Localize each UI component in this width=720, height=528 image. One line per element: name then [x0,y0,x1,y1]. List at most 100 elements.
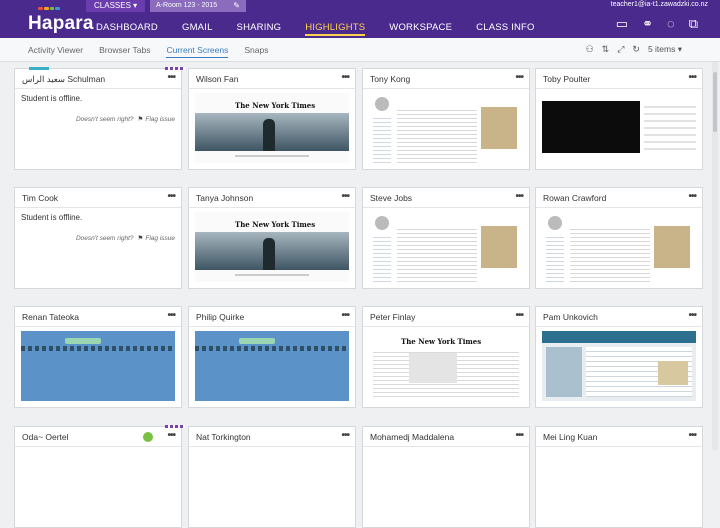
nav-workspace[interactable]: WORKSPACE [389,22,452,36]
card-menu-icon[interactable]: ••• [167,310,175,321]
student-card[interactable]: Oda~ Oertel ••• [14,425,185,528]
card-menu-icon[interactable]: ••• [688,191,696,202]
card-menu-icon[interactable]: ••• [341,72,349,83]
student-name: سعيد الراس Schulman [22,74,106,84]
card-menu-icon[interactable]: ••• [167,430,175,441]
card-menu-icon[interactable]: ••• [515,72,523,83]
card-header: سعيد الراس Schulman ••• [15,69,181,89]
card-header: Tony Kong ••• [363,69,529,89]
student-card[interactable]: Renan Tateoka ••• [14,306,182,408]
classes-dropdown[interactable]: CLASSES ▾ [86,0,146,12]
student-name: Renan Tateoka [22,312,80,322]
nav-dashboard[interactable]: DASHBOARD [96,22,158,36]
flag-issue-link[interactable]: Flag issue [145,235,175,242]
tab-snaps[interactable]: Snaps [244,45,268,58]
student-card[interactable]: Wilson Fan ••• The New York Times [188,68,356,170]
sort-icon[interactable]: ⇅ [602,44,610,55]
card-menu-icon[interactable]: ••• [688,310,696,321]
card-menu-icon[interactable]: ••• [167,191,175,202]
tab-current-screens[interactable]: Current Screens [166,45,229,58]
tab-browser-tabs[interactable]: Browser Tabs [99,45,150,58]
student-card[interactable]: Peter Finlay ••• The New York Times [362,306,530,408]
student-name: Mei Ling Kuan [543,432,598,442]
student-card[interactable]: Mohamedj Maddalena ••• [362,426,530,528]
student-name: Tim Cook [22,193,59,203]
card-menu-icon[interactable]: ••• [688,72,696,83]
offline-message: Student is offline. [21,94,83,103]
expand-icon[interactable]: ⤢ [617,44,624,55]
page-scrollbar[interactable] [712,62,718,450]
card-body: Student is offline. Doesn't seem right? ⚑ F… [15,208,181,288]
card-body [189,327,355,407]
student-card[interactable]: Tim Cook ••• Student is offline. Doesn't se… [14,187,182,289]
student-card[interactable]: Tony Kong ••• [362,68,530,170]
card-menu-icon[interactable]: ••• [167,72,175,83]
screen-thumbnail[interactable]: The New York Times [195,93,349,163]
student-card[interactable]: Steve Jobs ••• [362,187,530,289]
nav-class-info[interactable]: CLASS INFO [476,22,535,36]
card-header: Nat Torkington ••• [189,427,355,447]
chat-icon[interactable]: ◌ [667,16,675,32]
card-menu-icon[interactable]: ••• [688,430,696,441]
screen-thumbnail[interactable]: The New York Times [195,212,349,282]
student-card[interactable]: Nat Torkington ••• [188,426,356,528]
card-menu-icon[interactable]: ••• [341,310,349,321]
card-header: Renan Tateoka ••• [15,307,181,327]
hapara-logo[interactable]: Hapara [28,13,94,35]
flag-icon[interactable]: ⚑ [138,235,144,242]
student-card[interactable]: Pam Unkovich ••• [535,306,703,408]
screen-thumbnail[interactable] [542,212,696,282]
tab-activity-viewer[interactable]: Activity Viewer [28,45,83,58]
wikipedia-logo [548,216,562,230]
offline-hint: Doesn't seem right? ⚑ Flag issue [76,115,175,123]
nav-sharing[interactable]: SHARING [237,22,282,36]
student-card[interactable]: Toby Poulter ••• [535,68,703,170]
offline-hint-text: Doesn't seem right? [75,116,134,123]
student-name: Pam Unkovich [543,312,598,322]
card-body [363,89,529,169]
screen-thumbnail[interactable] [542,93,696,163]
card-menu-icon[interactable]: ••• [341,430,349,441]
card-body [536,447,702,527]
card-body [363,447,529,527]
student-card[interactable]: Mei Ling Kuan ••• [535,426,703,528]
screen-thumbnail[interactable] [21,331,175,401]
refresh-icon[interactable]: ↻ [632,44,640,55]
scrollbar-thumb[interactable] [713,72,717,132]
card-header: Philip Quirke ••• [189,307,355,327]
items-count-dropdown[interactable]: 5 items ▾ [648,44,682,55]
card-header: Mohamedj Maddalena ••• [363,427,529,447]
screen-thumbnail[interactable] [542,331,696,401]
screen-thumbnail[interactable] [369,212,523,282]
flag-issue-link[interactable]: Flag issue [145,116,175,123]
open-tab-icon[interactable]: ⧉ [689,16,698,32]
card-header: Rowan Crawford ••• [536,188,702,208]
card-menu-icon[interactable]: ••• [515,430,523,441]
screen-thumbnail[interactable] [195,331,349,401]
screen-thumbnail[interactable]: The New York Times [369,331,523,401]
student-card[interactable]: Tanya Johnson ••• The New York Times [188,187,356,289]
nav-gmail[interactable]: GMAIL [182,22,213,36]
student-name: Rowan Crawford [543,193,607,203]
link-icon[interactable]: ⚭ [642,16,653,32]
card-body: The New York Times [363,327,529,407]
screen-icon[interactable]: ▭ [616,16,628,32]
student-card[interactable]: Philip Quirke ••• [188,306,356,408]
card-menu-icon[interactable]: ••• [515,310,523,321]
student-card[interactable]: سعيد الراس Schulman ••• Student is offline… [14,67,185,170]
screen-thumbnail[interactable] [369,93,523,163]
card-menu-icon[interactable]: ••• [341,191,349,202]
room-selector[interactable]: A-Room 123 - 2015 ✎ [150,0,246,12]
edit-pencil-icon[interactable]: ✎ [233,0,240,12]
sub-toolbar: ⚇ ⇅ ⤢ ↻ 5 items ▾ [586,44,682,55]
student-name: Toby Poulter [543,74,591,84]
chrome-status-icon [143,432,153,442]
nav-highlights[interactable]: HIGHLIGHTS [305,22,366,36]
user-email[interactable]: teacher1@ia-t1.zawadzki.co.nz [611,1,708,8]
card-body [189,447,355,527]
flag-icon[interactable]: ⚑ [138,116,144,123]
group-icon[interactable]: ⚇ [586,44,594,55]
nyt-hero [195,232,349,270]
card-menu-icon[interactable]: ••• [515,191,523,202]
student-card[interactable]: Rowan Crawford ••• [535,187,703,289]
